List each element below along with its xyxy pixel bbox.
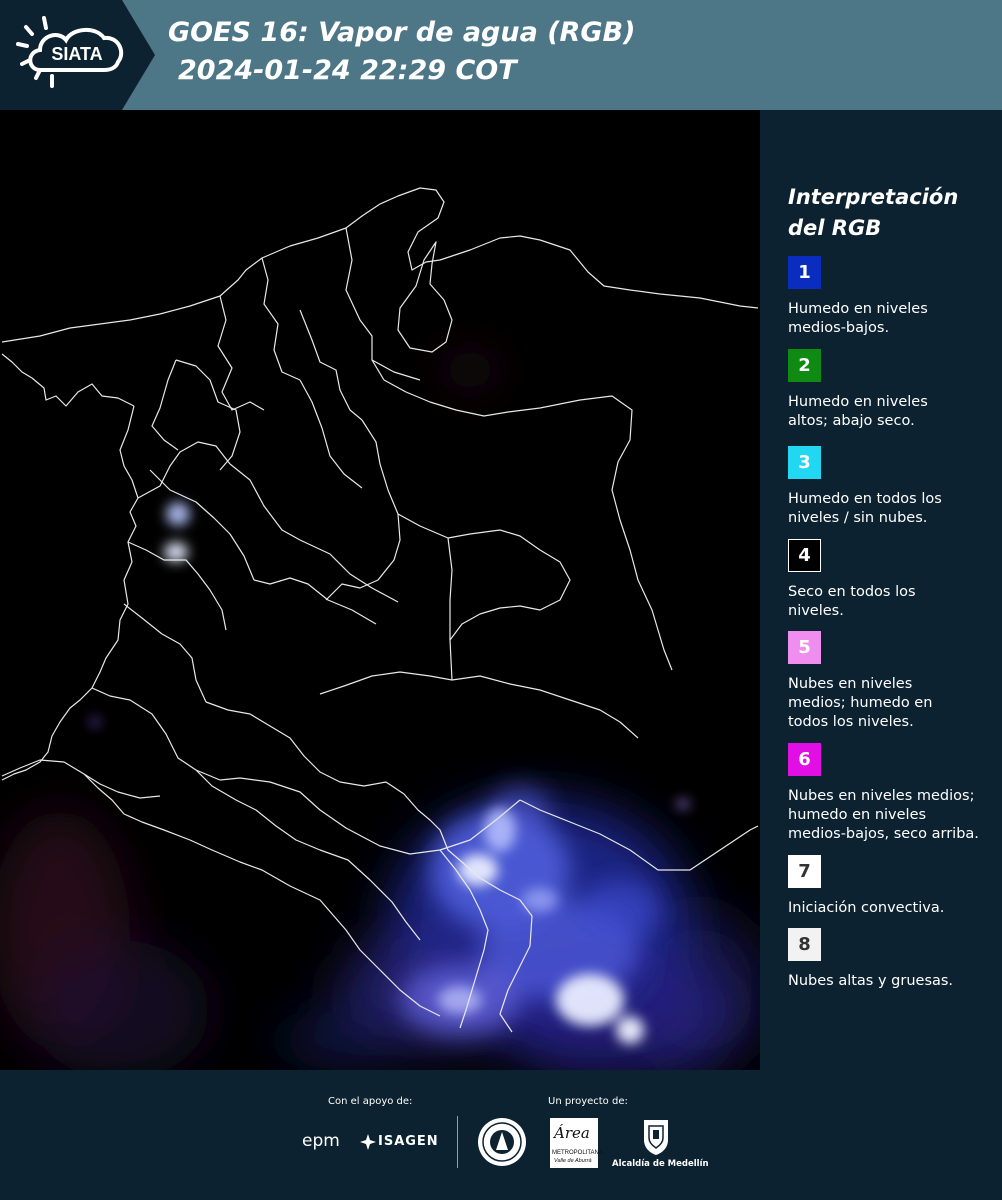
- legend-item: 3 Humedo en todos los niveles / sin nube…: [788, 446, 1000, 528]
- legend-title-line1: Interpretación: [788, 185, 959, 209]
- legend-number: 6: [798, 749, 811, 770]
- legend-title-line2: del RGB: [788, 216, 882, 240]
- legend-description: Nubes en niveles medios; humedo en nivel…: [788, 788, 979, 842]
- legend-description: Humedo en niveles altos; abajo seco.: [788, 394, 928, 429]
- area-logo-sub2: Valle de Aburrá: [554, 1158, 592, 1164]
- legend-number: 5: [798, 637, 811, 658]
- map-canvas: [0, 110, 760, 1070]
- legend-number: 1: [798, 262, 811, 283]
- legend-swatch: 6: [788, 743, 821, 776]
- legend-panel: Interpretación del RGB 1 Humedo en nivel…: [760, 110, 1002, 1070]
- legend-swatch: 5: [788, 631, 821, 664]
- epm-logo: epm: [302, 1131, 340, 1151]
- isagen-logo: ISAGEN: [378, 1134, 439, 1149]
- support-caption: Con el apoyo de:: [328, 1096, 413, 1107]
- legend-number: 2: [798, 355, 811, 376]
- legend-number: 4: [798, 545, 811, 566]
- legend-item: 1 Humedo en niveles medios-bajos.: [788, 256, 1000, 338]
- legend-description: Humedo en niveles medios-bajos.: [788, 301, 928, 336]
- footer-divider: [457, 1116, 458, 1168]
- legend-swatch: 3: [788, 446, 821, 479]
- legend-description: Nubes en niveles medios; humedo en todos…: [788, 676, 933, 730]
- legend-title: Interpretación del RGB: [788, 182, 988, 244]
- university-seal-icon: [478, 1118, 526, 1166]
- alcaldia-logo: Alcaldía de Medellín: [612, 1159, 709, 1169]
- alcaldia-shield-icon: [644, 1120, 668, 1155]
- area-logo-sub: METROPOLITANA: [552, 1150, 603, 1156]
- legend-swatch: 1: [788, 256, 821, 289]
- legend-item: 6 Nubes en niveles medios; humedo en niv…: [788, 743, 1000, 844]
- legend-description: Nubes altas y gruesas.: [788, 973, 954, 989]
- legend-number: 3: [798, 452, 811, 473]
- area-metropolitana-logo: Área METROPOLITANA Valle de Aburrá: [550, 1118, 603, 1168]
- project-caption: Un proyecto de:: [548, 1096, 628, 1107]
- legend-description: Iniciación convectiva.: [788, 900, 945, 916]
- legend-swatch: 2: [788, 349, 821, 382]
- page-subtitle-datetime: 2024-01-24 22:29 COT: [178, 55, 517, 86]
- legend-number: 7: [798, 861, 811, 882]
- legend-description: Humedo en todos los niveles / sin nubes.: [788, 491, 942, 526]
- legend-swatch: 7: [788, 855, 821, 888]
- isagen-icon: [360, 1134, 376, 1150]
- legend-item: 4 Seco en todos los niveles.: [788, 539, 1000, 621]
- legend-item: 5 Nubes en niveles medios; humedo en tod…: [788, 631, 1000, 732]
- footer: Con el apoyo de: Un proyecto de: epm ISA…: [0, 1070, 1002, 1200]
- legend-item: 8 Nubes altas y gruesas.: [788, 928, 1000, 991]
- logo-panel: SIATA: [0, 0, 155, 110]
- legend-swatch: 4: [788, 539, 821, 572]
- page-title: GOES 16: Vapor de agua (RGB): [168, 17, 636, 48]
- legend-number: 8: [798, 934, 811, 955]
- header-bar: SIATA GOES 16: Vapor de agua (RGB) 2024-…: [0, 0, 1002, 110]
- area-logo-text: Área: [554, 1124, 590, 1142]
- legend-swatch: 8: [788, 928, 821, 961]
- legend-item: 2 Humedo en niveles altos; abajo seco.: [788, 349, 1000, 431]
- legend-description: Seco en todos los niveles.: [788, 584, 916, 619]
- satellite-map[interactable]: [0, 110, 760, 1070]
- logo-text: SIATA: [51, 44, 102, 64]
- legend-item: 7 Iniciación convectiva.: [788, 855, 1000, 918]
